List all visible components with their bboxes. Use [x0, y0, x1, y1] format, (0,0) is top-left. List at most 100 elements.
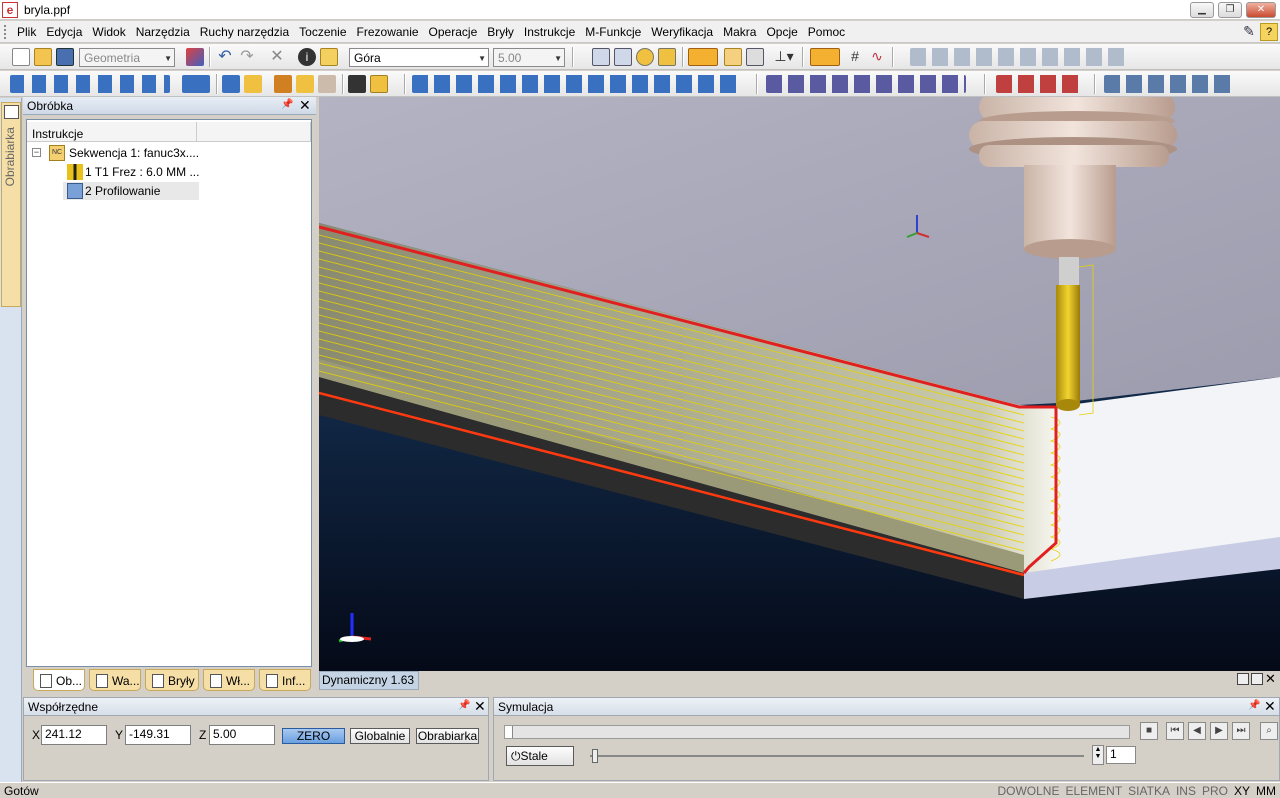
z-coordinate-field[interactable]: 5.00 [209, 725, 275, 745]
info-icon[interactable]: i [298, 48, 316, 66]
nc-icon[interactable] [348, 75, 366, 93]
minimize-button[interactable]: ▁ [1190, 2, 1214, 18]
toolpath-tools-icon[interactable] [10, 75, 170, 93]
step-spinner[interactable]: ▲ ▼ [1092, 745, 1104, 765]
flag-pro[interactable]: PRO [1202, 784, 1228, 798]
open-folder-icon[interactable] [34, 48, 52, 66]
y-coordinate-field[interactable]: -149.31 [125, 725, 191, 745]
close-window-button[interactable]: ✕ [1246, 2, 1276, 18]
split-view-icon[interactable] [1237, 673, 1249, 685]
flag-dowolne[interactable]: DOWOLNE [997, 784, 1059, 798]
tab-info[interactable]: Inf... [259, 669, 311, 691]
view-iso-icon[interactable] [724, 48, 742, 66]
curve-icon[interactable]: ∿ [868, 48, 886, 66]
zoom-icon[interactable]: ⌕ [1260, 722, 1278, 740]
query-icon[interactable] [320, 48, 338, 66]
speed-slider-track[interactable] [590, 755, 1084, 757]
cam2-icon[interactable] [296, 75, 314, 93]
menu-widok[interactable]: Widok [92, 25, 125, 39]
pin-icon[interactable]: 📌 [281, 99, 293, 110]
close-view-icon[interactable]: ✕ [1265, 671, 1276, 687]
menu-m-funkcje[interactable]: M-Funkcje [585, 25, 641, 39]
value-combo[interactable]: 5.00 ▼ [493, 48, 565, 67]
close-icon[interactable]: ✕ [1264, 698, 1276, 715]
tree-row-operation[interactable]: 2 Profilowanie [63, 182, 199, 200]
menu-bryly[interactable]: Bryły [487, 25, 514, 39]
contour-icon[interactable] [182, 75, 210, 93]
tab-wl[interactable]: Wł... [203, 669, 255, 691]
mode-button[interactable]: ⏻Stale [506, 746, 574, 766]
transform-tools-icon[interactable] [1104, 75, 1236, 93]
workplane-icon[interactable] [810, 48, 840, 66]
menu-makra[interactable]: Makra [723, 25, 756, 39]
verify-tools-icon[interactable] [996, 75, 1080, 93]
pan-icon[interactable] [658, 48, 676, 66]
cam-icon[interactable] [274, 75, 292, 93]
flag-ins[interactable]: INS [1176, 784, 1196, 798]
fast-forward-icon[interactable]: ⏭ [1232, 722, 1250, 740]
stop-icon[interactable]: ■ [1140, 722, 1158, 740]
flag-mm[interactable]: MM [1256, 784, 1276, 798]
menu-edycja[interactable]: Edycja [46, 25, 82, 39]
graphics-viewport[interactable] [319, 97, 1280, 671]
obrabiarka-button[interactable]: Obrabiarka [416, 728, 479, 744]
flag-siatka[interactable]: SIATKA [1128, 784, 1170, 798]
drill-icon[interactable] [222, 75, 240, 93]
solid-tools-icon[interactable] [766, 75, 966, 93]
redo-icon[interactable]: ↷ [238, 48, 256, 66]
x-coordinate-field[interactable]: 241.12 [41, 725, 107, 745]
tile-view-icon[interactable] [1251, 673, 1263, 685]
menu-narzedzia[interactable]: Narzędzia [136, 25, 190, 39]
close-icon[interactable]: ✕ [474, 698, 486, 715]
speed-slider-thumb[interactable] [592, 749, 598, 763]
column-header-empty[interactable] [197, 122, 311, 142]
rewind-icon[interactable]: ⏮ [1166, 722, 1184, 740]
menu-frezowanie[interactable]: Frezowanie [357, 25, 419, 39]
menu-instrukcje[interactable]: Instrukcje [524, 25, 575, 39]
globalnie-button[interactable]: Globalnie [350, 728, 410, 744]
zero-button[interactable]: ZERO [282, 728, 345, 744]
tab-waz[interactable]: Wa... [89, 669, 141, 691]
shade-mode-icon[interactable] [688, 48, 718, 66]
zoom-window-icon[interactable] [592, 48, 610, 66]
zoom-icon[interactable] [614, 48, 632, 66]
tab-obrobka[interactable]: Ob... [33, 669, 85, 691]
grip-handle[interactable] [4, 25, 8, 39]
rotate-icon[interactable] [636, 48, 654, 66]
collapse-icon[interactable]: − [32, 148, 41, 157]
save-icon[interactable] [56, 48, 74, 66]
obrabiarka-tab[interactable]: Obrabiarka [1, 102, 21, 307]
delete-icon[interactable]: ✕ [268, 48, 286, 66]
pin-icon[interactable]: 📌 [1248, 700, 1260, 711]
play-icon[interactable]: ▶ [1210, 722, 1228, 740]
tab-bryly[interactable]: Bryły [145, 669, 199, 691]
tree-row-sequence[interactable]: Sekwencja 1: fanuc3x.... [69, 144, 199, 162]
menu-opcje[interactable]: Opcje [766, 25, 797, 39]
help-icon[interactable]: ? [1260, 23, 1278, 41]
pin-icon[interactable]: 📌 [458, 700, 470, 711]
cycle-tools-icon[interactable] [412, 75, 742, 93]
new-file-icon[interactable] [12, 48, 30, 66]
view-combo[interactable]: Góra ▼ [349, 48, 489, 67]
view-3d-icon[interactable] [746, 48, 764, 66]
menu-plik[interactable]: Plik [17, 25, 36, 39]
step-back-icon[interactable]: ◀ [1188, 722, 1206, 740]
tool-icon[interactable] [244, 75, 262, 93]
axis-icon[interactable]: ⊥▾ [770, 48, 798, 66]
undo-icon[interactable]: ↶ [216, 48, 234, 66]
column-header-instrukcje[interactable]: Instrukcje [27, 122, 197, 142]
close-icon[interactable]: ✕ [299, 97, 311, 114]
flag-element[interactable]: ELEMENT [1065, 784, 1122, 798]
menu-weryfikacja[interactable]: Weryfikacja [651, 25, 713, 39]
menu-pomoc[interactable]: Pomoc [808, 25, 845, 39]
cam3-icon[interactable] [318, 75, 336, 93]
layer-combo[interactable]: Geometria ▼ [79, 48, 175, 67]
tree-row-tool[interactable]: 1 T1 Frez : 6.0 MM ... [85, 163, 199, 181]
eraser-icon[interactable] [186, 48, 204, 66]
menu-operacje[interactable]: Operacje [429, 25, 478, 39]
flag-xy[interactable]: XY [1234, 784, 1250, 798]
grid-icon[interactable]: # [846, 48, 864, 66]
pencil-icon[interactable]: ✎ [1240, 23, 1258, 41]
menu-ruchy-narzedzia[interactable]: Ruchy narzędzia [200, 25, 289, 39]
nc2-icon[interactable] [370, 75, 388, 93]
